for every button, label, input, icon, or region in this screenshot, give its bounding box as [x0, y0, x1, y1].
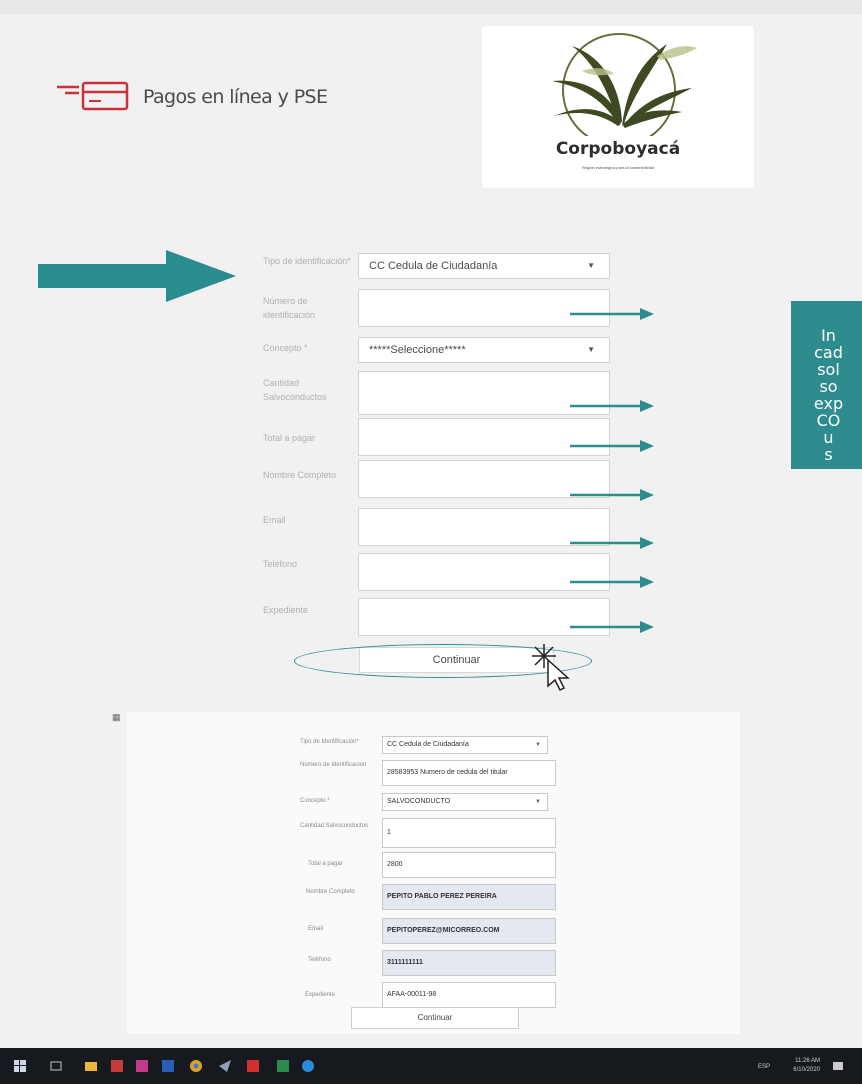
pointer-arrow	[570, 400, 654, 412]
select-value: CC Cedula de Ciudadanía	[387, 741, 469, 748]
label-cantidad-salvoconductos: Cantidad Salvoconductos	[263, 378, 327, 402]
label-total-a-pagar: Total a pagar	[263, 433, 316, 443]
logo-wordmark: Corpoboyacá	[555, 139, 681, 159]
label-tipo-identificacion: Tipo de identificación*	[263, 256, 351, 266]
click-cursor-icon	[532, 644, 570, 692]
select-tipo-identificacion[interactable]: CC Cedula de Ciudadanía ▼	[358, 253, 610, 279]
app-icon[interactable]	[111, 1060, 123, 1072]
label-numero-identificacion: Número de Identificación	[300, 762, 367, 768]
pointer-arrow	[570, 489, 654, 501]
select-value: SALVOCONDUCTO	[387, 798, 451, 805]
input-nombre-completo[interactable]: PEPITO PABLO PEREZ PEREIRA	[382, 884, 556, 910]
app-icon[interactable]	[136, 1060, 148, 1072]
logo-plant-image	[552, 33, 697, 147]
corpoboyaca-logo: Corpoboyacá Región estratégica para la s…	[482, 26, 754, 188]
input-email[interactable]: PEPITOPEREZ@MICORREO.COM	[382, 918, 556, 944]
windows-taskbar: ESP 11:26 AM 6/10/2020	[0, 1048, 862, 1084]
app-icon[interactable]	[277, 1060, 289, 1072]
chevron-down-icon: ▼	[535, 742, 541, 748]
task-view-icon[interactable]	[50, 1060, 62, 1072]
windows-start-icon[interactable]	[14, 1060, 26, 1072]
credit-card-icon	[57, 81, 129, 111]
pointer-arrow	[570, 537, 654, 549]
pointer-arrow	[570, 576, 654, 588]
tray-date[interactable]: 6/10/2020	[780, 1067, 820, 1074]
input-numero-identificacion[interactable]: 28583953 Numero de cedula del titular	[382, 760, 556, 786]
select-concepto[interactable]: SALVOCONDUCTO ▼	[382, 793, 548, 811]
input-total-a-pagar[interactable]: 2800	[382, 852, 556, 878]
label-total-a-pagar: Total a pagar	[308, 861, 343, 867]
input-expediente[interactable]: AFAA-00011-98	[382, 982, 556, 1008]
tray-time[interactable]: 11:26 AM	[780, 1058, 820, 1065]
chevron-down-icon: ▼	[535, 799, 541, 805]
input-cantidad-salvoconductos[interactable]: 1	[382, 818, 556, 848]
label-tipo-identificacion: Tipo de Identificación*	[300, 739, 359, 745]
pointer-arrow	[570, 621, 654, 633]
input-telefono[interactable]: 3111111111	[382, 950, 556, 976]
label-numero-identificacion: Número de identificación	[263, 296, 316, 320]
notification-icon[interactable]	[832, 1060, 844, 1072]
callout-text: In cad sol so exp CO u s	[813, 326, 844, 464]
label-expediente: Expediente	[305, 992, 336, 998]
chrome-icon[interactable]	[190, 1060, 202, 1072]
word-icon[interactable]	[162, 1060, 174, 1072]
label-nombre-completo: Nombre Completo	[306, 889, 355, 895]
label-telefono: Teléfono	[263, 559, 298, 569]
pointer-arrow	[570, 308, 654, 320]
label-expediente: Expediente	[263, 605, 309, 615]
grid-icon: ▦	[112, 712, 121, 722]
file-explorer-icon[interactable]	[85, 1060, 97, 1072]
select-tipo-identificacion[interactable]: CC Cedula de Ciudadanía ▼	[382, 736, 548, 754]
label-concepto: Concepto *	[263, 343, 308, 353]
label-concepto: Concepto *	[300, 798, 330, 804]
select-value: *****Seleccione*****	[369, 344, 466, 356]
page-title: Pagos en línea y PSE	[143, 86, 328, 108]
app-icon[interactable]	[219, 1060, 231, 1072]
pointer-arrow	[570, 440, 654, 452]
select-value: CC Cedula de Ciudadanía	[369, 260, 498, 272]
chevron-down-icon: ▼	[587, 345, 595, 354]
chevron-down-icon: ▼	[587, 261, 595, 270]
select-concepto[interactable]: *****Seleccione***** ▼	[358, 337, 610, 363]
edge-icon[interactable]	[302, 1060, 314, 1072]
top-strip	[0, 0, 862, 14]
pointer-arrow-large	[38, 250, 236, 302]
label-nombre-completo: Nombre Completo	[263, 470, 337, 480]
tray-language[interactable]: ESP	[752, 1064, 770, 1071]
continue-button-filled[interactable]: Continuar	[351, 1007, 519, 1029]
app-icon[interactable]	[247, 1060, 259, 1072]
label-email: Email	[263, 515, 286, 525]
label-cantidad-salvoconductos: Cantidad Salvoconductos	[300, 823, 369, 829]
label-email: Email	[308, 926, 324, 932]
logo-tagline: Región estratégica para la sostenibilida…	[581, 165, 655, 170]
instruction-callout: In cad sol so exp CO u s	[791, 301, 862, 469]
label-telefono: Teléfono	[308, 957, 331, 963]
